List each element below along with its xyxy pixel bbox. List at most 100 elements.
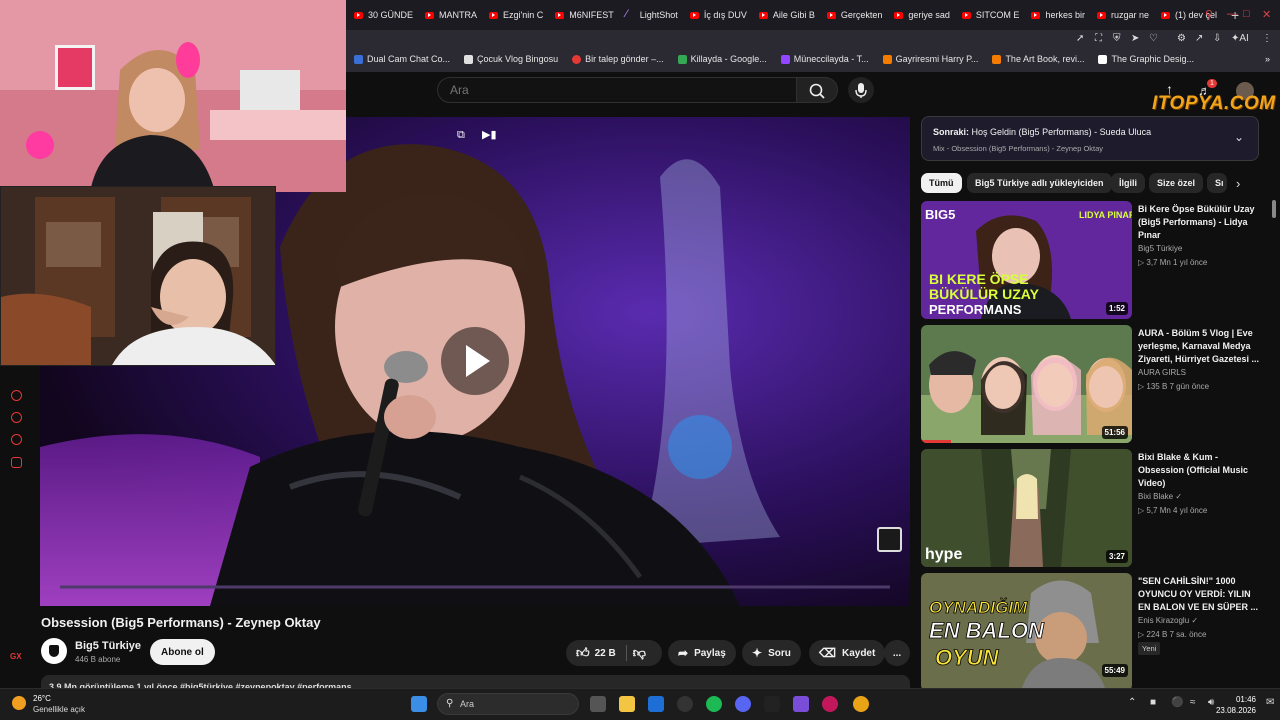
volume-icon[interactable]: 🔊︎ [1208, 697, 1214, 708]
subscribe-button[interactable]: Abone ol [150, 639, 215, 665]
settings-icon[interactable] [11, 457, 22, 468]
autoplay-icon[interactable]: ▶▮ [482, 128, 497, 141]
bookmark-item[interactable]: Çocuk Vlog Bingosu [464, 54, 558, 64]
channel-watermark[interactable] [877, 527, 902, 552]
channel-avatar[interactable] [41, 638, 67, 664]
minimize-icon[interactable]: — [1227, 8, 1238, 20]
spotify-icon[interactable] [706, 696, 722, 712]
bookmark-item[interactable]: Dual Cam Chat Co... [354, 54, 450, 64]
bookmarks-overflow-icon[interactable]: » [1265, 54, 1270, 64]
recommendation-title[interactable]: "SEN CAHİLSİN!" 1000 OYUNCU OY VERDİ: YI… [1138, 575, 1263, 614]
video-thumbnail[interactable]: OYNADIĞIM EN BALON OYUN 55:49 [921, 573, 1132, 691]
recommendation-channel[interactable]: Bixi Blake ✓ [1138, 492, 1182, 501]
chrome-icon[interactable] [853, 696, 869, 712]
browser-tab[interactable]: MANTRA [419, 0, 483, 30]
opera-gx-icon[interactable] [822, 696, 838, 712]
tray-app-icon[interactable]: ■ [1150, 697, 1156, 708]
more-actions-button[interactable]: ... [884, 640, 910, 666]
messenger-icon[interactable] [11, 434, 22, 445]
ai-button[interactable]: ✦AI [1231, 33, 1249, 44]
save-button[interactable]: ⌫ Kaydet [809, 640, 886, 666]
browser-tab[interactable]: M6NIFEST [549, 0, 620, 30]
browser-tab[interactable]: SITCOM E [956, 0, 1026, 30]
recommendation-channel[interactable]: Big5 Türkiye [1138, 244, 1182, 253]
history-icon[interactable] [11, 390, 22, 401]
share-icon[interactable]: ↗ [1195, 33, 1203, 44]
discord-icon[interactable] [735, 696, 751, 712]
scrollbar[interactable] [1272, 200, 1276, 218]
task-view-icon[interactable] [590, 696, 606, 712]
apps-grid-icon[interactable] [793, 696, 809, 712]
browser-tab[interactable]: Aile Gibi B [753, 0, 821, 30]
search-button[interactable] [796, 77, 838, 103]
download-icon[interactable]: ⇩ [1213, 33, 1221, 44]
search-tabs-icon[interactable]: ⚲ [1205, 8, 1213, 21]
channel-name[interactable]: Big5 Türkiye [75, 640, 141, 652]
recommendation-title[interactable]: AURA - Bölüm 5 Vlog | Eve yerleşme, Karn… [1138, 327, 1263, 366]
voice-search-button[interactable] [848, 77, 874, 103]
browser-tab[interactable]: Ezgi'nin C [483, 0, 549, 30]
bookmark-item[interactable]: The Graphic Desig... [1098, 54, 1194, 64]
share-button[interactable]: ➦ Paylaş [668, 640, 736, 666]
up-next-panel[interactable]: Sonraki: Hoş Geldin (Big5 Performans) - … [921, 116, 1259, 161]
chevron-up-icon[interactable]: ⌃ [1128, 697, 1136, 708]
outlook-icon[interactable] [648, 696, 664, 712]
recommendation-item[interactable]: BIG5 LIDYA PINAR BI KERE ÖPSE BÜKÜLÜR UZ… [921, 201, 1271, 319]
browser-tab[interactable]: herkes bir [1025, 0, 1091, 30]
bookmark-item[interactable]: Killayda - Google... [677, 54, 767, 64]
temperature[interactable]: 26°C [33, 694, 51, 703]
play-button[interactable] [441, 327, 509, 395]
recommendation-channel[interactable]: Enis Kirazoglu ✓ [1138, 616, 1198, 625]
recommendation-title[interactable]: Bi Kere Öpse Bükülür Uzay (Big5 Performa… [1138, 203, 1263, 242]
wifi-icon[interactable]: ≈ [1190, 697, 1196, 708]
chip-related[interactable]: İlgili [1111, 173, 1145, 193]
browser-tab[interactable]: Gerçekten [821, 0, 889, 30]
search-box[interactable] [437, 77, 797, 103]
miniplayer-icon[interactable]: ⧉ [457, 129, 465, 142]
chevron-right-icon[interactable]: › [1236, 176, 1240, 191]
github-icon[interactable] [677, 696, 693, 712]
bookmark-item[interactable]: Bir talep gönder –... [572, 54, 664, 64]
recommendation-item[interactable]: OYNADIĞIM EN BALON OYUN 55:49 "SEN CAHİL… [921, 573, 1271, 691]
browser-tab[interactable]: ruzgar ne [1091, 0, 1155, 30]
windows-start-icon[interactable] [411, 696, 427, 712]
chevron-down-icon[interactable]: ⌄ [1234, 130, 1244, 144]
browser-tab[interactable]: geriye sad [888, 0, 956, 30]
pin-icon[interactable]: ➚ [1076, 33, 1084, 44]
bookmark-item[interactable]: Müneccilayda - T... [780, 54, 869, 64]
ask-button[interactable]: ✦ Soru [742, 640, 801, 666]
microphone-icon[interactable]: ⚫ [1171, 697, 1183, 708]
chip-partial[interactable]: Sı [1207, 173, 1227, 193]
menu-icon[interactable]: ⋮ [1262, 33, 1272, 44]
dislike-button[interactable]: 👎︎ [633, 645, 646, 661]
recommendation-channel[interactable]: AURA GIRLS [1138, 368, 1186, 377]
clock-icon[interactable] [11, 412, 22, 423]
bookmark-item[interactable]: The Art Book, revi... [992, 54, 1084, 64]
recommendation-item[interactable]: hype 3:27 Bixi Blake & Kum - Obsession (… [921, 449, 1271, 567]
system-clock[interactable]: 01:46 23.08.2026 [1216, 694, 1256, 716]
browser-tab[interactable]: 30 GÜNDE [348, 0, 419, 30]
recommendation-title[interactable]: Bixi Blake & Kum - Obsession (Official M… [1138, 451, 1263, 490]
video-thumbnail[interactable]: hype 3:27 [921, 449, 1132, 567]
file-explorer-icon[interactable] [619, 696, 635, 712]
chip-all[interactable]: Tümü [921, 173, 962, 193]
like-button[interactable]: 👍︎ 22 B [576, 645, 616, 661]
maximize-icon[interactable]: □ [1243, 8, 1250, 20]
shield-icon[interactable]: ⛨ [1113, 33, 1121, 44]
notification-center-icon[interactable]: ✉ [1266, 697, 1274, 708]
taskbar-search[interactable]: ⚲ Ara [437, 693, 579, 715]
heart-icon[interactable]: ♡ [1149, 33, 1158, 44]
chip-from-uploader[interactable]: Big5 Türkiye adlı yükleyiciden [967, 173, 1112, 193]
extensions-icon[interactable]: ⚙ [1177, 33, 1186, 44]
video-thumbnail[interactable]: 51:56 [921, 325, 1132, 443]
close-icon[interactable]: ✕ [1262, 8, 1271, 21]
capcut-icon[interactable] [764, 696, 780, 712]
recommendation-item[interactable]: 51:56 AURA - Bölüm 5 Vlog | Eve yerleşme… [921, 325, 1271, 443]
weather-description[interactable]: Genellikle açık [33, 705, 85, 714]
sun-icon[interactable] [12, 696, 26, 710]
send-icon[interactable]: ➤ [1131, 33, 1139, 44]
bookmark-item[interactable]: Gayriresmi Harry P... [882, 54, 978, 64]
video-thumbnail[interactable]: BIG5 LIDYA PINAR BI KERE ÖPSE BÜKÜLÜR UZ… [921, 201, 1132, 319]
screenshot-icon[interactable]: ⛶ [1095, 33, 1102, 44]
chip-for-you[interactable]: Size özel [1149, 173, 1204, 193]
